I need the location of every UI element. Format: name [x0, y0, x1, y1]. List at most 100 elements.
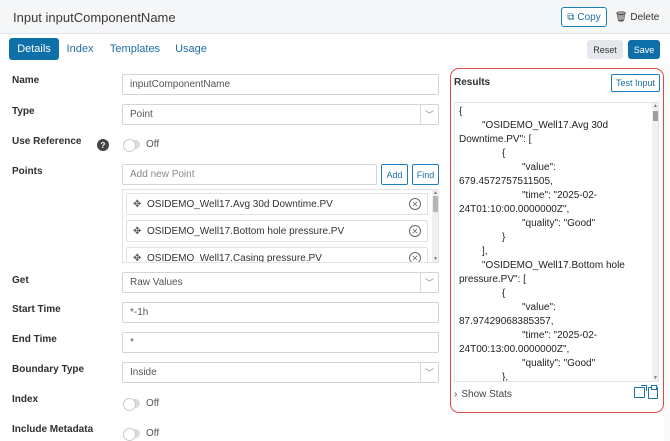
get-label: Get [12, 275, 29, 286]
tab-templates[interactable]: Templates [107, 38, 163, 60]
point-item[interactable]: ✥ OSIDEMO_Well17.Bottom hole pressure.PV… [126, 220, 428, 242]
toggle-state: Off [146, 398, 160, 409]
json-line: { [502, 288, 506, 299]
json-line: ], [482, 246, 488, 257]
clipboard-icon[interactable] [648, 385, 658, 399]
scroll-up-icon[interactable]: ▲ [652, 103, 658, 109]
boundary-type-value: Inside [130, 367, 157, 378]
help-icon[interactable]: ? [97, 139, 109, 151]
add-button[interactable]: Add [381, 164, 408, 185]
toggle-state: Off [146, 428, 160, 439]
trash-icon: 🗑 [614, 11, 628, 23]
json-line: "OSIDEMO_Well17.Bottom hole [482, 260, 625, 271]
delete-label: Delete [630, 11, 660, 23]
toggle-state: Off [146, 139, 160, 150]
boundary-type-select[interactable]: Inside ﹀ [122, 362, 439, 383]
index-label: Index [12, 394, 39, 405]
save-button[interactable]: Save [628, 40, 660, 59]
json-line: "value": [522, 162, 556, 173]
use-reference-toggle[interactable]: Off [123, 139, 160, 152]
json-line: 679.4572757511505, [459, 176, 553, 187]
type-label: Type [12, 106, 35, 117]
json-line: "time": "2025-02- [522, 330, 598, 341]
json-line: Downtime.PV": [ [459, 134, 532, 145]
toggle-switch[interactable] [123, 428, 140, 441]
results-scrollbar[interactable]: ▲ ▼ [652, 103, 658, 381]
tab-bar: Details Index Templates Usage [0, 34, 670, 64]
name-input[interactable]: inputComponentName [122, 74, 439, 95]
toggle-switch[interactable] [123, 398, 140, 411]
drag-handle-icon[interactable]: ✥ [133, 199, 143, 210]
point-name: OSIDEMO_Well17.Avg 30d Downtime.PV [147, 198, 333, 210]
copy-label: Copy [577, 11, 601, 23]
scroll-down-icon[interactable]: ▼ [432, 256, 438, 262]
json-line: { [502, 148, 506, 159]
add-point-placeholder: Add new Point [130, 169, 195, 180]
points-list: ✥ OSIDEMO_Well17.Avg 30d Downtime.PV ✕ ✥… [122, 189, 439, 263]
test-input-button[interactable]: Test Input [611, 74, 660, 92]
scrollbar-thumb[interactable] [653, 111, 658, 121]
tab-usage[interactable]: Usage [172, 38, 210, 60]
boundary-type-label: Boundary Type [12, 364, 85, 375]
chevron-right-icon: › [454, 389, 458, 400]
points-scrollbar[interactable]: ▲ ▼ [432, 190, 438, 262]
find-button[interactable]: Find [412, 164, 439, 185]
get-value: Raw Values [130, 277, 183, 288]
remove-icon[interactable]: ✕ [409, 252, 421, 262]
type-select[interactable]: Point ﹀ [122, 104, 439, 125]
point-item[interactable]: ✥ OSIDEMO_Well17.Avg 30d Downtime.PV ✕ [126, 193, 428, 215]
json-line: { [459, 106, 463, 117]
json-line: "quality": "Good" [522, 218, 596, 229]
include-metadata-label: Include Metadata [12, 424, 94, 435]
results-json: { "OSIDEMO_Well17.Avg 30d Downtime.PV": … [454, 102, 659, 382]
tab-details[interactable]: Details [9, 38, 59, 60]
start-time-label: Start Time [12, 304, 61, 315]
point-item[interactable]: ✥ OSIDEMO_Well17.Casing pressure.PV ✕ [126, 247, 428, 263]
results-title: Results [454, 77, 491, 88]
remove-icon[interactable]: ✕ [409, 225, 421, 237]
page-title: Input inputComponentName [13, 10, 176, 25]
header-bar: Input inputComponentName ⧉ Copy 🗑 Delete [0, 0, 670, 34]
remove-icon[interactable]: ✕ [409, 198, 421, 210]
start-time-input[interactable]: *-1h [122, 302, 439, 323]
show-stats-toggle[interactable]: › Show Stats [454, 389, 512, 400]
json-line: "time": "2025-02- [522, 190, 598, 201]
get-select[interactable]: Raw Values ﹀ [122, 272, 439, 293]
copy-button[interactable]: ⧉ Copy [561, 7, 607, 27]
json-line: "value": [522, 302, 556, 313]
scrollbar-thumb[interactable] [433, 196, 438, 212]
page-scrollbar[interactable] [664, 64, 670, 441]
drag-handle-icon[interactable]: ✥ [133, 226, 143, 237]
json-line: 24T01:10:00.0000000Z", [459, 204, 570, 215]
scroll-down-icon[interactable]: ▼ [652, 375, 658, 381]
json-line: }, [502, 372, 509, 382]
drag-handle-icon[interactable]: ✥ [133, 253, 143, 263]
delete-button[interactable]: 🗑 Delete [613, 7, 661, 27]
end-time-label: End Time [12, 334, 57, 345]
name-label: Name [12, 75, 40, 86]
open-external-icon[interactable] [634, 385, 647, 398]
tab-index[interactable]: Index [63, 38, 97, 60]
results-panel: Results Test Input { "OSIDEMO_Well17.Avg… [450, 68, 664, 413]
reset-button[interactable]: Reset [587, 40, 623, 59]
json-line: } [502, 232, 506, 243]
show-stats-label: Show Stats [461, 389, 512, 400]
chevron-down-icon: ﹀ [420, 105, 438, 124]
toggle-switch[interactable] [123, 139, 140, 152]
add-point-input[interactable]: Add new Point [122, 164, 377, 185]
chevron-down-icon: ﹀ [420, 363, 438, 382]
points-label: Points [12, 166, 43, 177]
json-line: pressure.PV": [ [459, 274, 526, 285]
point-name: OSIDEMO_Well17.Casing pressure.PV [147, 252, 322, 263]
start-time-value: *-1h [130, 307, 149, 318]
json-line: "OSIDEMO_Well17.Avg 30d [482, 120, 609, 131]
use-reference-label: Use Reference [12, 136, 82, 147]
end-time-input[interactable]: * [122, 332, 439, 353]
include-metadata-toggle[interactable]: Off [123, 428, 160, 441]
point-name: OSIDEMO_Well17.Bottom hole pressure.PV [147, 225, 345, 237]
json-line: 87.97429068385357, [459, 316, 554, 327]
json-line: 24T00:13:00.0000000Z", [459, 344, 570, 355]
copy-icon: ⧉ [567, 11, 575, 23]
json-line: "quality": "Good" [522, 358, 596, 369]
index-toggle[interactable]: Off [123, 398, 160, 411]
